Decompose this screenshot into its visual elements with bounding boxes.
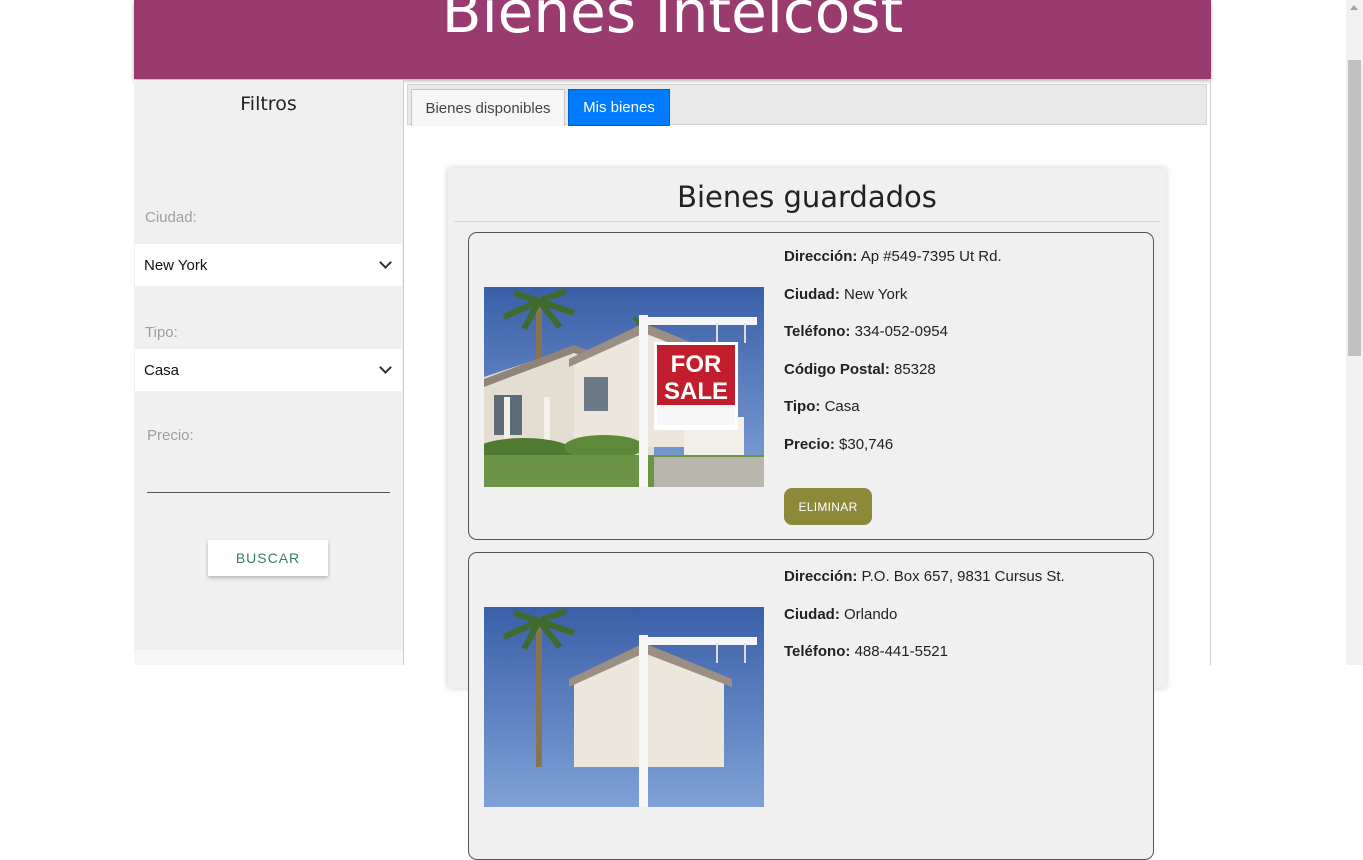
direccion-row: Dirección: Ap #549-7395 Ut Rd. — [784, 248, 1002, 286]
property-card: FOR SALE Dirección: Ap #549-7395 Ut Rd. … — [468, 232, 1154, 540]
ciudad-row: Ciudad: New York — [784, 286, 1002, 324]
ciudad-value: New York — [844, 285, 908, 303]
ciudad-value: Orlando — [844, 605, 898, 623]
tipo-label: Tipo: — [145, 324, 178, 341]
telefono-value: 488-441-5521 — [854, 643, 948, 660]
page-header: Bienes Intelcost — [134, 0, 1211, 79]
sign-text-sale: SALE — [664, 378, 728, 405]
telefono-label: Teléfono: — [784, 643, 851, 660]
scroll-up-arrow-icon[interactable] — [1350, 5, 1358, 10]
ciudad-select[interactable]: New York — [135, 244, 402, 286]
tipo-select-value: Casa — [144, 361, 180, 379]
vertical-scrollbar[interactable] — [1346, 0, 1363, 665]
chevron-down-icon — [379, 361, 392, 374]
eliminar-button[interactable]: ELIMINAR — [784, 488, 872, 525]
property-photo: FOR SALE — [484, 287, 764, 487]
tipo-row: Tipo: Casa — [784, 398, 1002, 436]
property-info: Dirección: Ap #549-7395 Ut Rd. Ciudad: N… — [784, 248, 1002, 473]
precio-label: Precio: — [784, 435, 835, 453]
tab-mis-bienes[interactable]: Mis bienes — [568, 89, 670, 126]
direccion-value: Ap #549-7395 Ut Rd. — [860, 248, 1002, 265]
chevron-down-icon — [379, 256, 392, 269]
filters-sidebar: Filtros Ciudad: New York Tipo: Casa Prec… — [134, 80, 404, 650]
telefono-row: Teléfono: 488-441-5521 — [784, 643, 1065, 681]
page-title: Bienes Intelcost — [441, 0, 904, 46]
codigo-postal-row: Código Postal: 85328 — [784, 361, 1002, 399]
property-photo — [484, 607, 764, 807]
precio-row: Precio: $30,746 — [784, 436, 1002, 474]
tipo-select[interactable]: Casa — [135, 349, 402, 391]
saved-properties-panel: Bienes guardados FOR SALE Dirección: Ap … — [448, 168, 1166, 860]
ciudad-label: Ciudad: — [145, 209, 197, 226]
telefono-row: Teléfono: 334-052-0954 — [784, 323, 1002, 361]
property-info: Dirección: P.O. Box 657, 9831 Cursus St.… — [784, 568, 1065, 681]
property-card: Dirección: P.O. Box 657, 9831 Cursus St.… — [468, 552, 1154, 860]
direccion-value: P.O. Box 657, 9831 Cursus St. — [861, 568, 1065, 585]
precio-value: $30,746 — [839, 435, 894, 453]
sidebar-footer — [134, 650, 404, 665]
ciudad-select-value: New York — [144, 256, 208, 274]
ciudad-row: Ciudad: Orlando — [784, 606, 1065, 644]
scrollbar-thumb[interactable] — [1348, 60, 1361, 356]
tipo-value: Casa — [824, 398, 860, 415]
sign-text-for: FOR — [671, 351, 722, 378]
precio-label: Precio: — [147, 427, 194, 444]
precio-range-input[interactable] — [147, 492, 390, 493]
direccion-label: Dirección: — [784, 568, 858, 585]
codigo-postal-label: Código Postal: — [784, 360, 890, 378]
direccion-label: Dirección: — [784, 248, 858, 265]
panel-divider — [454, 221, 1160, 222]
telefono-label: Teléfono: — [784, 323, 851, 340]
tab-bienes-disponibles[interactable]: Bienes disponibles — [411, 89, 565, 126]
ciudad-label: Ciudad: — [784, 285, 840, 303]
ciudad-label: Ciudad: — [784, 605, 840, 623]
telefono-value: 334-052-0954 — [854, 323, 948, 340]
codigo-postal-value: 85328 — [894, 360, 936, 378]
buscar-button[interactable]: BUSCAR — [208, 540, 328, 576]
tab-bar: Bienes disponibles Mis bienes — [407, 84, 1207, 126]
direccion-row: Dirección: P.O. Box 657, 9831 Cursus St. — [784, 568, 1065, 606]
content-border — [1210, 80, 1211, 665]
panel-title: Bienes guardados — [677, 180, 937, 214]
filters-title: Filtros — [240, 93, 297, 115]
tipo-label: Tipo: — [784, 398, 821, 415]
